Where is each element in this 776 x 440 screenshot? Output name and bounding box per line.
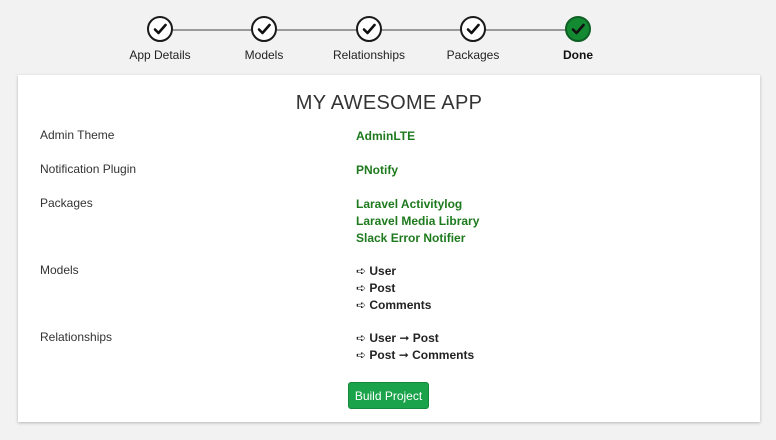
row-label: Packages [40,196,93,210]
build-project-button[interactable]: Build Project [348,382,429,409]
row-value: AdminLTE [356,129,416,143]
step-relationships[interactable]: Relationships [309,16,429,62]
row-value: ➪ Post ➞ Comments [356,348,475,362]
row-value: ➪ Comments [356,298,432,312]
step-label: Done [563,48,593,62]
step-packages[interactable]: Packages [413,16,533,62]
step-models[interactable]: Models [204,16,324,62]
row-value: ➪ Post [356,281,396,295]
wizard-stepper: App Details Models Relationships Package… [0,0,776,72]
row-values: AdminLTE [356,128,415,145]
check-circle-icon [356,16,382,42]
step-label: Models [244,48,284,62]
summary-card: MY AWESOME APP Admin Theme AdminLTE Noti… [18,75,760,422]
step-label: Relationships [332,48,406,62]
check-circle-icon [460,16,486,42]
row-values: ➪ User ➪ Post ➪ Comments [356,263,431,314]
row-label: Relationships [40,330,113,344]
row-value: ➪ User [356,264,397,278]
row-values: Laravel Activitylog Laravel Media Librar… [356,196,479,247]
step-label: App Details [129,48,191,62]
row-value: ➪ User ➞ Post [356,331,439,345]
step-label: Packages [446,48,500,62]
check-circle-icon [251,16,277,42]
row-values: PNotify [356,162,398,179]
row-value: Laravel Media Library [356,214,480,228]
row-values: ➪ User ➞ Post ➪ Post ➞ Comments [356,330,474,364]
check-circle-icon [147,16,173,42]
row-label: Models [40,263,79,277]
row-value: Laravel Activitylog [356,197,463,211]
row-value: PNotify [356,163,398,177]
check-circle-icon [565,16,591,42]
row-label: Admin Theme [40,128,115,142]
row-label: Notification Plugin [40,162,137,176]
row-value: Slack Error Notifier [356,231,466,245]
step-done[interactable]: Done [518,16,638,62]
step-app-details[interactable]: App Details [100,16,220,62]
page-title: MY AWESOME APP [295,92,483,114]
